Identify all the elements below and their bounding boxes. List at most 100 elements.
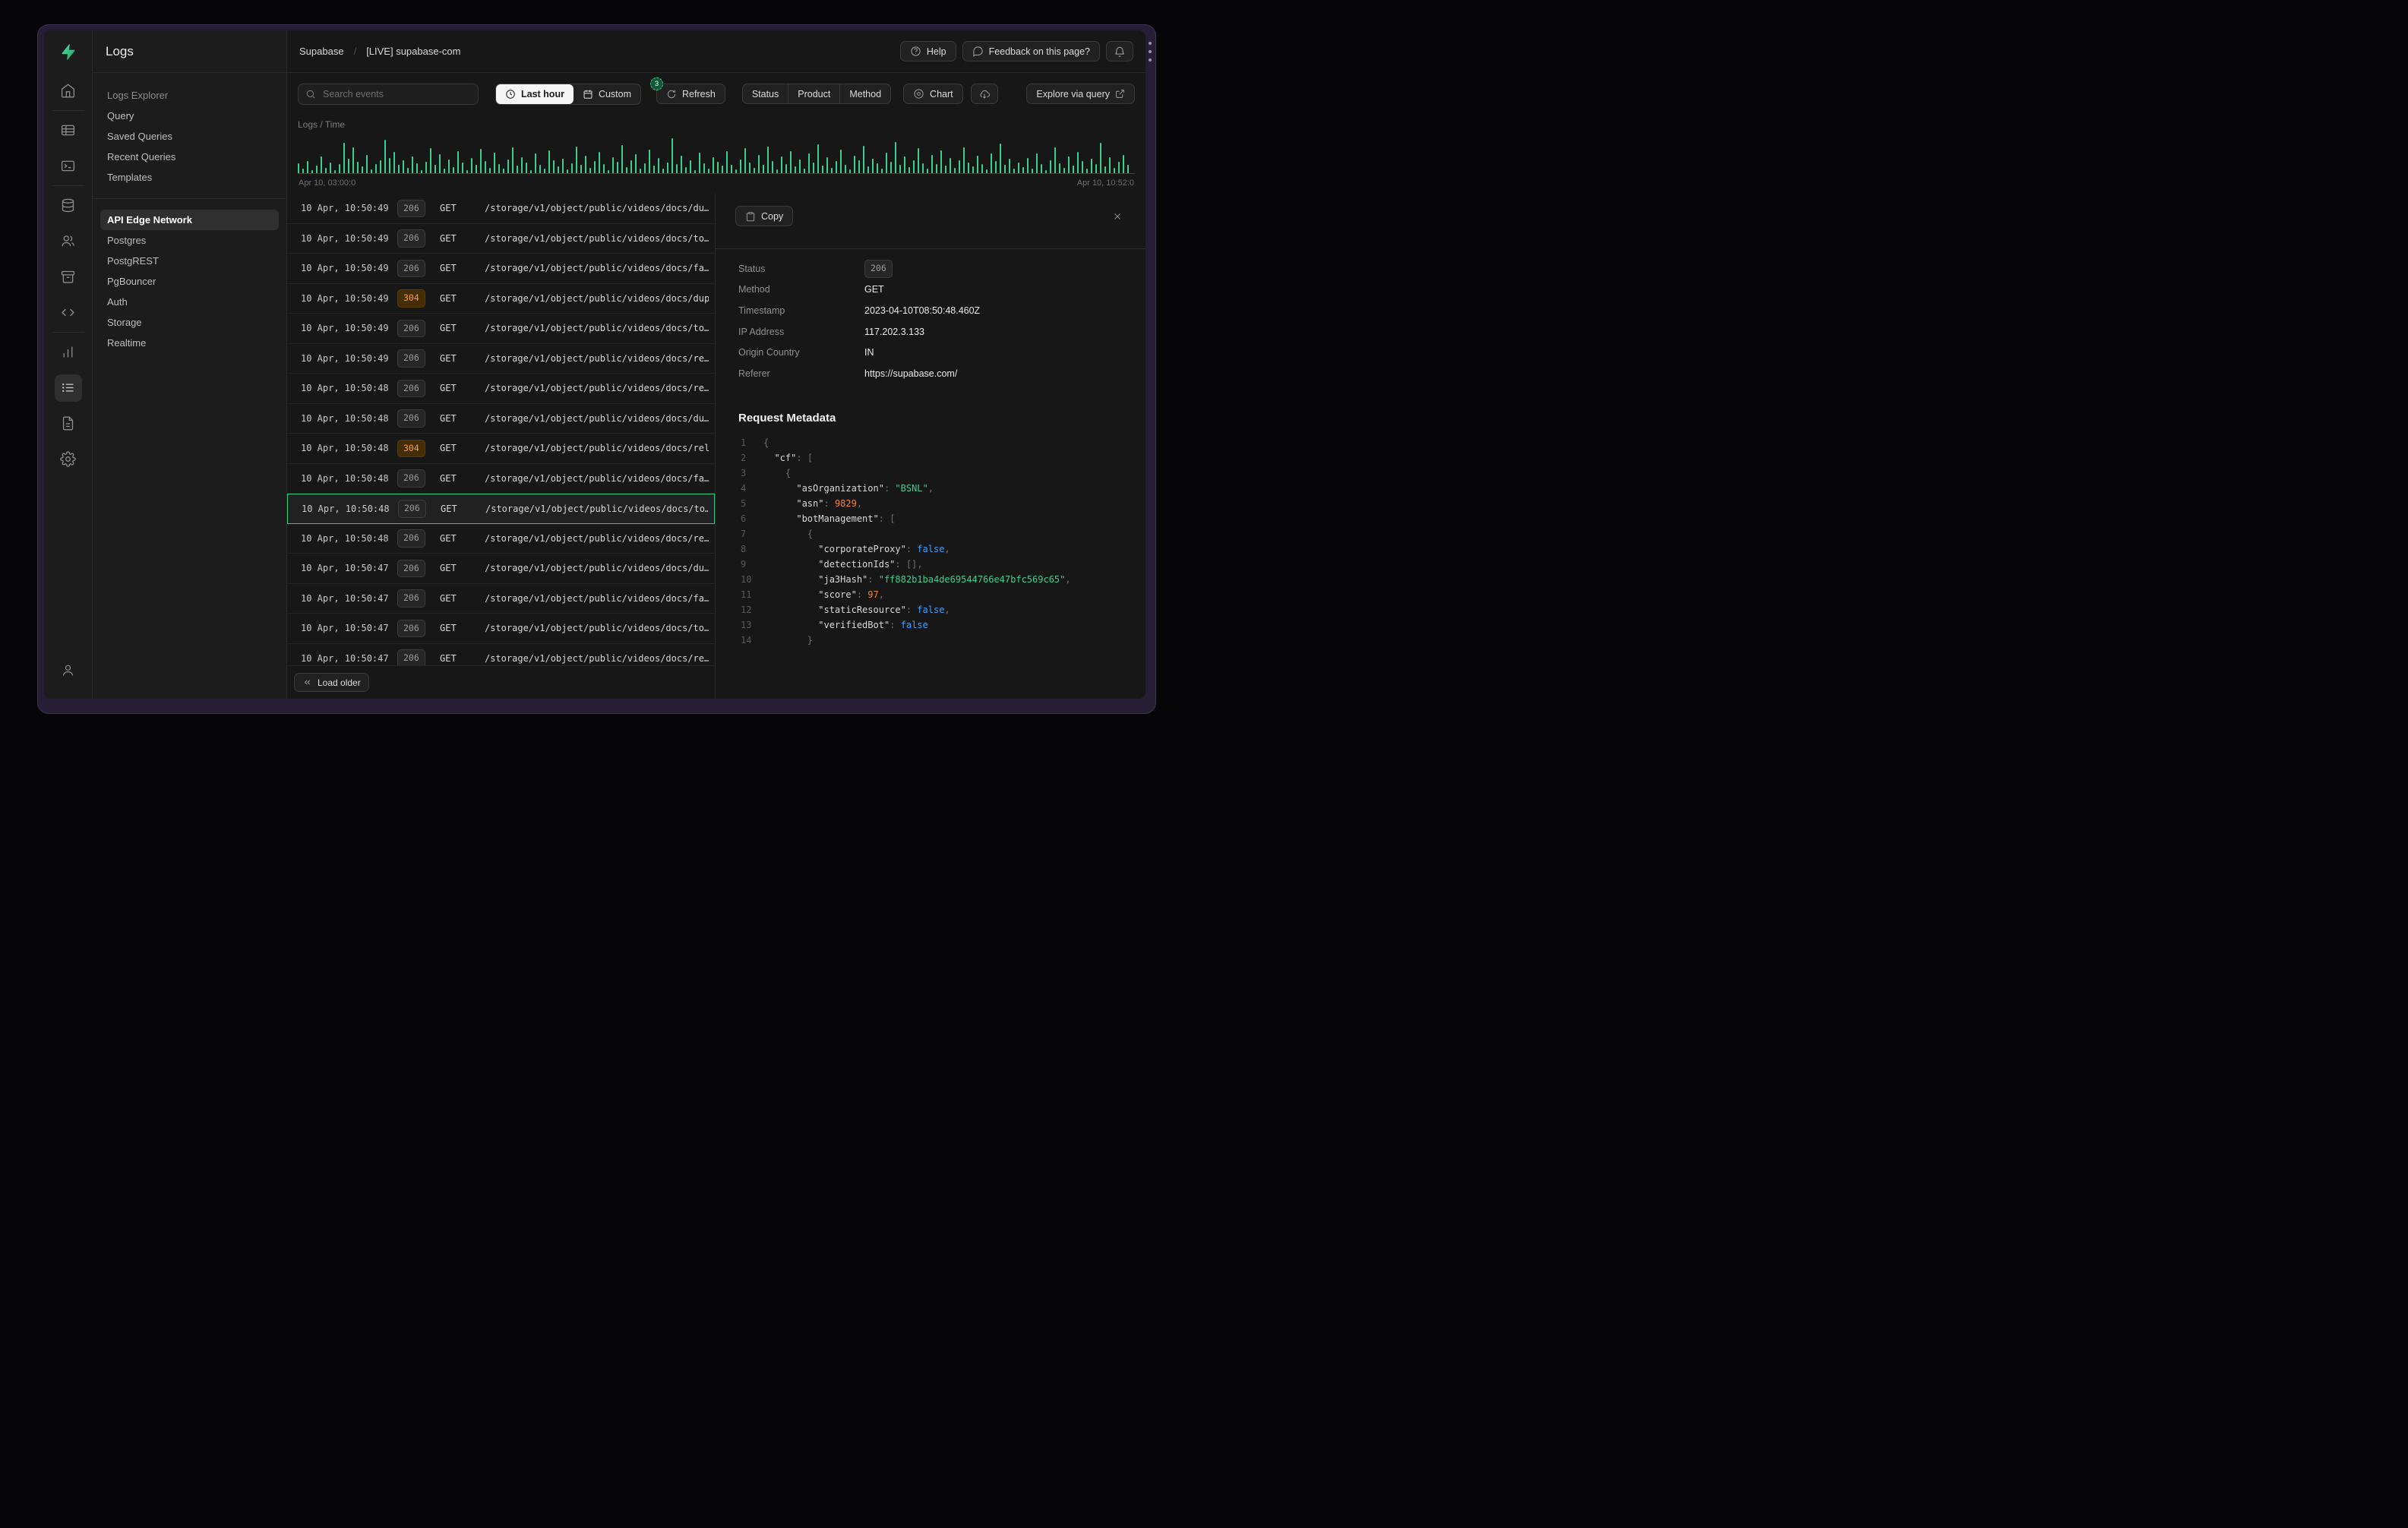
table-row[interactable]: 10 Apr, 10:50:49 206 GET/storage/v1/object… [287, 314, 715, 344]
sidebar-item-saved-queries[interactable]: Saved Queries [100, 126, 279, 147]
table-row[interactable]: 10 Apr, 10:50:47 206 GET/storage/v1/object… [287, 644, 715, 665]
log-path: /storage/v1/object/public/videos/docs/re… [485, 652, 709, 664]
sidebar-item-api-edge-network[interactable]: API Edge Network [100, 210, 279, 230]
request-metadata-code[interactable]: 1{2 "cf": [3 {4 "asOrganization": "BSNL"… [716, 428, 1146, 699]
histogram-bar [298, 163, 299, 173]
download-button[interactable] [970, 84, 998, 104]
rail-item-logs[interactable] [44, 370, 93, 406]
table-row[interactable]: 10 Apr, 10:50:48 206 GET/storage/v1/object… [287, 524, 715, 554]
feedback-button[interactable]: Feedback on this page? [962, 41, 1100, 62]
histogram-bar [667, 162, 668, 173]
log-timestamp: 10 Apr, 10:50:47 [301, 563, 389, 574]
sidebar-item-templates[interactable]: Templates [100, 167, 279, 188]
histogram-bar [872, 159, 874, 173]
code-content: "score": 97, [818, 589, 884, 600]
code-line: 12 "staticResource": false, [741, 602, 1146, 617]
log-timestamp: 10 Apr, 10:50:48 [301, 443, 389, 454]
histogram-bars[interactable] [298, 137, 1135, 174]
status-badge: 304 [397, 439, 425, 457]
sidebar-item-postgrest[interactable]: PostgREST [100, 251, 279, 271]
status-badge: 206 [397, 469, 425, 488]
load-older-button[interactable]: Load older [294, 673, 369, 692]
explore-via-query-button[interactable]: Explore via query [1026, 84, 1135, 104]
table-row[interactable]: 10 Apr, 10:50:48 206 GET/storage/v1/object… [287, 404, 715, 434]
histogram-bar [626, 166, 627, 173]
table-row[interactable]: 10 Apr, 10:50:48 206 GET/storage/v1/object… [287, 494, 715, 524]
rail-item-auth[interactable] [44, 223, 93, 259]
sidebar-item-query[interactable]: Query [100, 106, 279, 126]
rail-item-edge-functions[interactable] [44, 295, 93, 330]
refresh-count-badge: 3 [650, 77, 664, 90]
rail-item-storage[interactable] [44, 259, 93, 295]
rail-item-home[interactable] [44, 73, 93, 109]
supabase-logo-icon[interactable] [44, 30, 92, 73]
help-button[interactable]: Help [899, 41, 956, 62]
filter-product-button[interactable]: Product [788, 84, 840, 104]
log-timestamp: 10 Apr, 10:50:48 [301, 472, 389, 484]
breadcrumb-project[interactable]: [LIVE] supabase-com [366, 46, 460, 57]
table-row[interactable]: 10 Apr, 10:50:49 206 GET/storage/v1/object… [287, 224, 715, 254]
table-row[interactable]: 10 Apr, 10:50:49 206 GET/storage/v1/object… [287, 254, 715, 284]
log-method: GET [440, 472, 457, 484]
rail-item-docs[interactable] [44, 406, 93, 441]
rail-item-settings[interactable] [44, 441, 93, 477]
rail-item-sql-editor[interactable] [44, 148, 93, 184]
breadcrumb-org[interactable]: Supabase [299, 46, 344, 57]
last-hour-button[interactable]: Last hour [496, 84, 574, 104]
search-input[interactable] [298, 83, 479, 105]
logs-sidebar: Logs Logs Explorer Query Saved Queries Rec… [93, 30, 287, 699]
histogram-bar [1068, 156, 1070, 173]
sidebar-item-pgbouncer[interactable]: PgBouncer [100, 271, 279, 292]
histogram-bar [877, 163, 878, 173]
rail-item-account[interactable] [44, 652, 93, 688]
sidebar-item-postgres[interactable]: Postgres [100, 230, 279, 251]
sidebar-item-auth[interactable]: Auth [100, 292, 279, 312]
table-row[interactable]: 10 Apr, 10:50:48 206 GET/storage/v1/object… [287, 374, 715, 404]
table-row[interactable]: 10 Apr, 10:50:47 206 GET/storage/v1/object… [287, 614, 715, 644]
histogram-bar [690, 159, 691, 173]
table-row[interactable]: 10 Apr, 10:50:47 206 GET/storage/v1/object… [287, 584, 715, 614]
table-row[interactable]: 10 Apr, 10:50:49 206 GET/storage/v1/object… [287, 344, 715, 374]
sidebar-item-realtime[interactable]: Realtime [100, 333, 279, 353]
filter-status-button[interactable]: Status [741, 84, 788, 104]
custom-range-button[interactable]: Custom [574, 84, 640, 104]
close-icon[interactable] [1112, 211, 1123, 222]
histogram-bar [352, 147, 354, 173]
field-label: Method [738, 284, 770, 295]
detail-field-row: Timestamp 2023-04-10T08:50:48.460Z [738, 300, 1133, 321]
code-line: 4 "asOrganization": "BSNL", [741, 481, 1146, 496]
chart-toggle-button[interactable]: Chart [903, 84, 963, 104]
table-row[interactable]: 10 Apr, 10:50:47 206 GET/storage/v1/object… [287, 554, 715, 584]
home-icon [55, 77, 82, 105]
sidebar-item-storage[interactable]: Storage [100, 312, 279, 333]
histogram-bar [699, 152, 700, 173]
log-method: GET [440, 292, 457, 304]
header-actions: Help Feedback on this page? [899, 41, 1133, 62]
histogram-bar [412, 156, 413, 173]
log-timestamp: 10 Apr, 10:50:49 [301, 203, 389, 214]
sidebar-item-logs-explorer[interactable]: Logs Explorer [100, 85, 279, 106]
histogram-bar [311, 170, 313, 173]
histogram-bar [790, 151, 792, 173]
log-method: GET [440, 563, 457, 574]
notifications-button[interactable] [1106, 41, 1133, 62]
log-timestamp: 10 Apr, 10:50:48 [302, 503, 390, 514]
log-timestamp: 10 Apr, 10:50:47 [301, 652, 389, 664]
histogram-bar [918, 148, 919, 173]
rail-item-table-editor[interactable] [44, 112, 93, 148]
table-row[interactable]: 10 Apr, 10:50:48 206 GET/storage/v1/object… [287, 464, 715, 494]
log-method: GET [440, 412, 457, 424]
histogram-bar [416, 163, 418, 173]
log-path: /storage/v1/object/public/videos/docs/re… [485, 352, 709, 364]
table-row[interactable]: 10 Apr, 10:50:48 304 GET/storage/v1/object… [287, 434, 715, 464]
sidebar-item-recent-queries[interactable]: Recent Queries [100, 147, 279, 167]
histogram-bar [1045, 169, 1047, 173]
table-row[interactable]: 10 Apr, 10:50:49 304 GET/storage/v1/object… [287, 284, 715, 314]
table-row[interactable]: 10 Apr, 10:50:49 206 GET/storage/v1/object… [287, 194, 715, 224]
filter-method-button[interactable]: Method [839, 84, 892, 104]
log-path: /storage/v1/object/public/videos/docs/re… [485, 383, 709, 394]
refresh-button[interactable]: Refresh [656, 84, 725, 104]
copy-button[interactable]: Copy [735, 206, 794, 226]
rail-item-reports[interactable] [44, 334, 93, 370]
rail-item-database[interactable] [44, 188, 93, 223]
